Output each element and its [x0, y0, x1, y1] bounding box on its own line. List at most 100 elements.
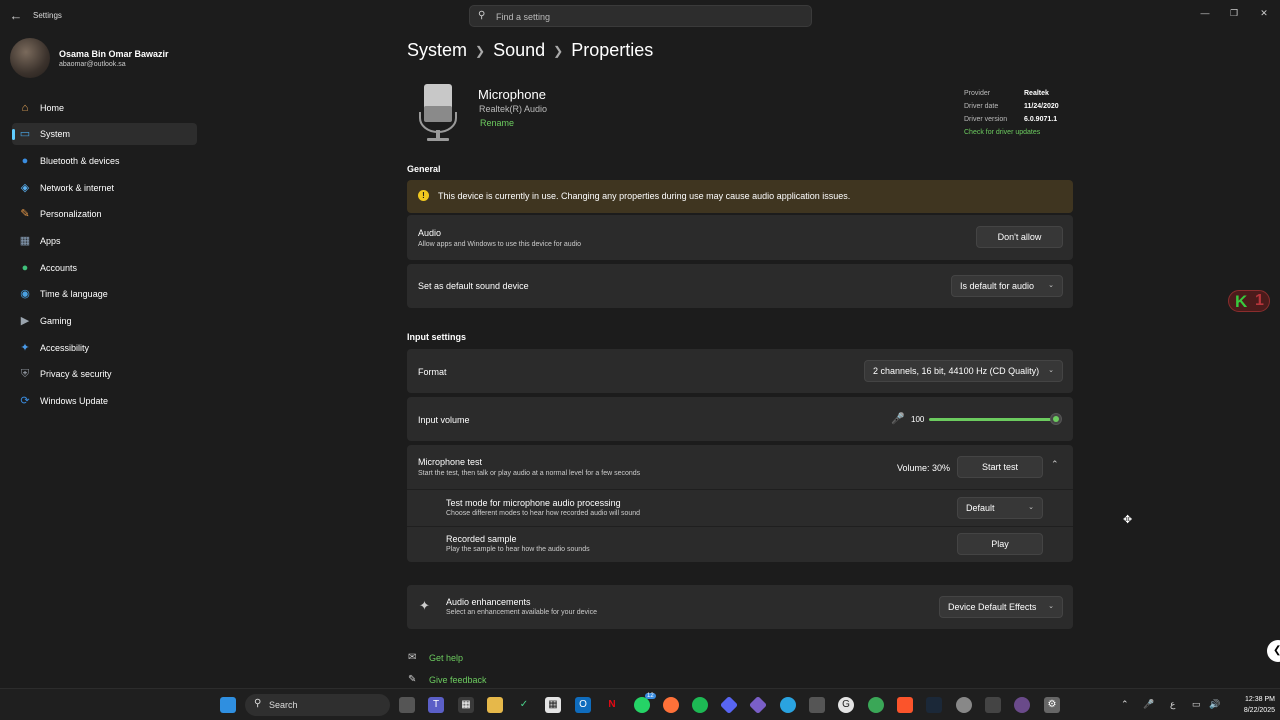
outlook-icon[interactable]: O	[575, 697, 591, 713]
device-subtitle: Realtek(R) Audio	[479, 104, 548, 114]
settings-gear-icon[interactable]: ⚙	[1044, 697, 1060, 713]
sidebar-item-accessibility[interactable]: ✦ Accessibility	[12, 337, 197, 359]
mouse-cursor-icon: ✥	[1123, 514, 1133, 526]
input-volume-value: 100	[911, 415, 925, 424]
bluetooth-icon: ●	[21, 155, 29, 167]
windows-start-icon[interactable]	[220, 697, 236, 713]
dont-allow-button[interactable]: Don't allow	[976, 226, 1063, 248]
chrome-icon[interactable]	[868, 697, 884, 713]
enhancements-subtitle: Select an enhancement available for your…	[446, 609, 597, 616]
sidebar-item-system[interactable]: ▭ System	[12, 123, 197, 145]
sidebar-item-label: Accessibility	[40, 343, 90, 353]
test-mode-title: Test mode for microphone audio processin…	[446, 498, 621, 508]
globe-icon: ◉	[20, 288, 30, 300]
clock-time: 12:38 PM	[1245, 696, 1275, 703]
default-device-title: Set as default sound device	[418, 281, 529, 291]
format-dropdown[interactable]: 2 channels, 16 bit, 44100 Hz (CD Quality…	[864, 360, 1063, 382]
test-mode-dropdown[interactable]: Default ⌄	[957, 497, 1043, 519]
app-settings-gear-icon[interactable]	[956, 697, 972, 713]
app-diamond-icon[interactable]	[719, 695, 739, 715]
teams-icon[interactable]: T	[428, 697, 444, 713]
app-tool-icon[interactable]	[985, 697, 1001, 713]
person-icon: ●	[21, 262, 29, 274]
sidebar-item-apps[interactable]: ▦ Apps	[12, 230, 197, 252]
microphone-tray-icon[interactable]: 🎤	[1143, 699, 1154, 710]
provider-value: Realtek	[1024, 90, 1049, 97]
in-use-warning: ! This device is currently in use. Chang…	[407, 180, 1073, 213]
accessibility-icon: ✦	[20, 342, 30, 354]
app-g-icon[interactable]: G	[838, 697, 854, 713]
store-icon[interactable]: ▦	[545, 697, 561, 713]
test-volume-readout: Volume: 30%	[897, 463, 951, 473]
rename-link[interactable]: Rename	[480, 118, 514, 128]
app-diamond-2-icon[interactable]	[748, 695, 768, 715]
whatsapp-icon[interactable]	[634, 697, 650, 713]
maximize-icon[interactable]: ❐	[1226, 6, 1242, 20]
network-icon[interactable]: ▭	[1192, 699, 1201, 710]
device-name: Microphone	[478, 87, 546, 102]
search-input[interactable]: ⚲ Find a setting	[469, 5, 812, 27]
taskbar: ⚲ Search T ▦ ✓ ▦ O N 12 G ⚙ ⌃ 🎤 ع ▭ 🔊 12…	[0, 688, 1280, 720]
format-title: Format	[418, 367, 447, 377]
check-driver-updates-link[interactable]: Check for driver updates	[964, 129, 1040, 136]
netflix-icon[interactable]: N	[604, 697, 620, 713]
minimize-icon[interactable]: —	[1197, 6, 1213, 20]
taskbar-search[interactable]: ⚲ Search	[245, 694, 390, 716]
audio-enhancements-card: ✦ Audio enhancements Select an enhanceme…	[407, 585, 1073, 629]
audio-subtitle: Allow apps and Windows to use this devic…	[418, 241, 582, 248]
close-icon[interactable]: ✕	[1256, 6, 1272, 20]
chevron-down-icon: ⌄	[1028, 504, 1034, 511]
spotify-icon[interactable]	[692, 697, 708, 713]
start-test-button[interactable]: Start test	[957, 456, 1043, 478]
firefox-icon[interactable]	[663, 697, 679, 713]
microphone-icon[interactable]: 🎤	[891, 412, 905, 425]
todo-icon[interactable]: ✓	[516, 697, 532, 713]
app-purple-icon[interactable]	[1014, 697, 1030, 713]
clock[interactable]: 12:38 PM 8/22/2025	[1225, 694, 1275, 716]
enhancements-dropdown[interactable]: Device Default Effects ⌄	[939, 596, 1063, 618]
chevron-left-icon[interactable]: ❮	[1267, 640, 1280, 662]
task-view-icon[interactable]	[399, 697, 415, 713]
divider	[407, 526, 1073, 527]
volume-slider-thumb[interactable]	[1050, 413, 1062, 425]
avatar[interactable]	[10, 38, 50, 78]
chevron-down-icon: ⌄	[1048, 367, 1054, 374]
feedback-icon: ✎	[408, 674, 417, 685]
sidebar-item-personalization[interactable]: ✎ Personalization	[12, 203, 197, 225]
sidebar-item-gaming[interactable]: ▶ Gaming	[12, 310, 197, 332]
give-feedback-label: Give feedback	[429, 675, 487, 685]
chevron-up-icon[interactable]: ⌃	[1121, 699, 1129, 710]
mic-test-title: Microphone test	[418, 457, 483, 467]
audio-card: Audio Allow apps and Windows to use this…	[407, 215, 1073, 260]
wifi-icon: ◈	[20, 182, 30, 194]
sidebar-item-home[interactable]: ⌂ Home	[12, 97, 197, 119]
play-button[interactable]: Play	[957, 533, 1043, 555]
sidebar-item-accounts[interactable]: ● Accounts	[12, 257, 197, 279]
microphone-device-icon	[419, 84, 457, 141]
calendar-icon[interactable]	[809, 697, 825, 713]
breadcrumb-system[interactable]: System	[407, 40, 467, 61]
breadcrumb-sound[interactable]: Sound	[493, 40, 545, 61]
sidebar-item-label: Personalization	[40, 209, 102, 219]
sidebar-item-network[interactable]: ◈ Network & internet	[12, 177, 197, 199]
speaker-icon[interactable]: 🔊	[1209, 699, 1220, 710]
sidebar-item-bluetooth[interactable]: ● Bluetooth & devices	[12, 150, 197, 172]
volume-slider-track[interactable]	[929, 418, 1056, 421]
sidebar-item-windows-update[interactable]: ⟳ Windows Update	[12, 390, 197, 412]
brave-icon[interactable]	[897, 697, 913, 713]
sidebar-item-privacy[interactable]: ⛨ Privacy & security	[12, 363, 197, 385]
widgets-icon[interactable]: ▦	[458, 697, 474, 713]
chevron-up-icon[interactable]: ⌃	[1051, 459, 1059, 470]
telegram-icon[interactable]	[780, 697, 796, 713]
file-explorer-icon[interactable]	[487, 697, 503, 713]
sidebar-item-label: Privacy & security	[40, 369, 112, 379]
overlay-number: 1	[1255, 292, 1264, 309]
dropdown-value: 2 channels, 16 bit, 44100 Hz (CD Quality…	[873, 366, 1040, 376]
back-arrow-icon[interactable]: ←	[8, 8, 24, 24]
steam-icon[interactable]	[926, 697, 942, 713]
monitor-icon: ▭	[19, 128, 31, 140]
sidebar-item-label: Apps	[40, 236, 61, 246]
sidebar-item-time-language[interactable]: ◉ Time & language	[12, 283, 197, 305]
ime-indicator[interactable]: ع	[1170, 699, 1175, 710]
default-device-dropdown[interactable]: Is default for audio ⌄	[951, 275, 1063, 297]
